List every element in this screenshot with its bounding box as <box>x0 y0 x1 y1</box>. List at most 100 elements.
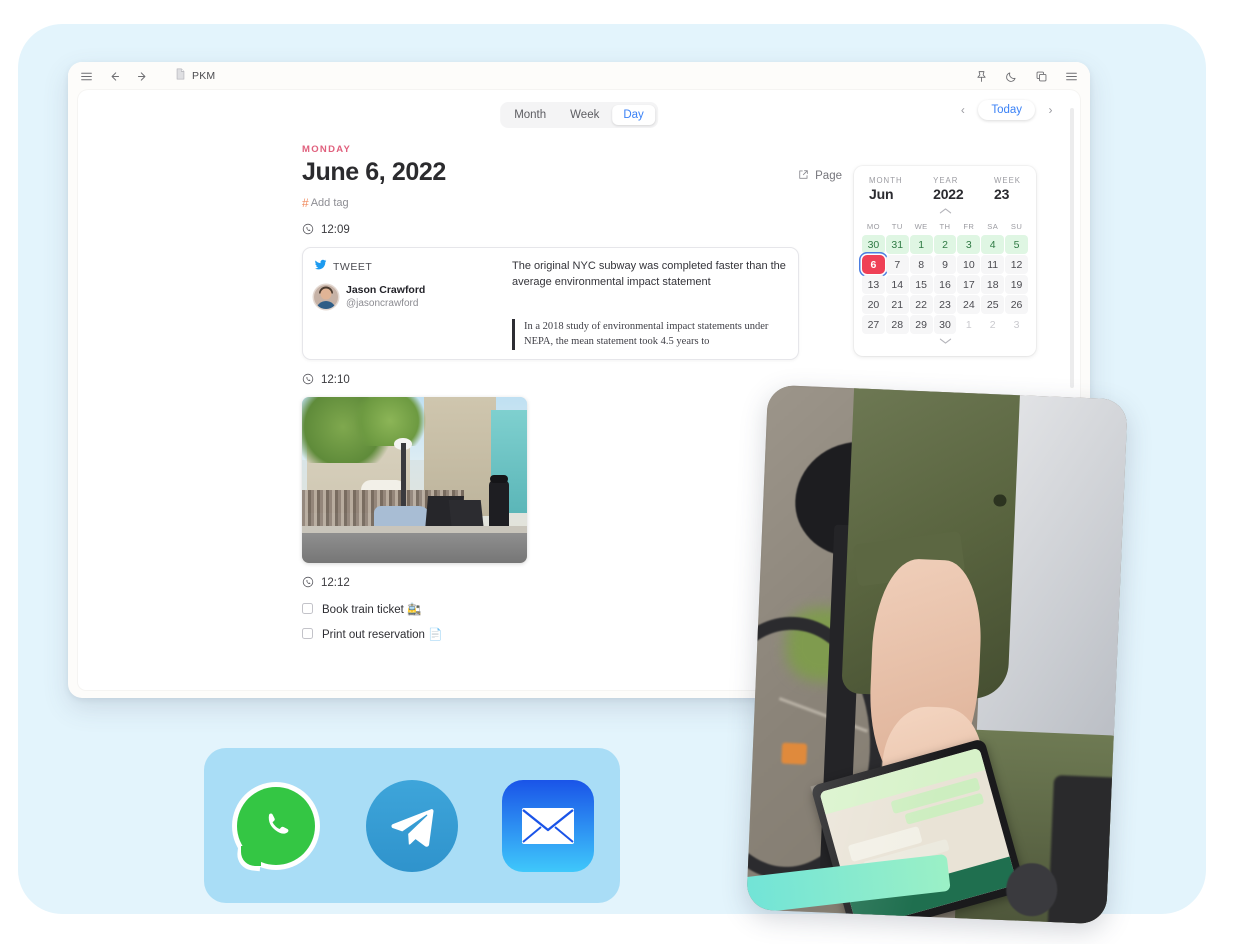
calendar-day[interactable]: 9 <box>933 255 957 274</box>
whatsapp-icon <box>302 576 314 591</box>
weekday-header: TH <box>939 222 951 231</box>
month-value: Jun <box>869 186 894 202</box>
calendar-day[interactable]: 7 <box>885 255 909 274</box>
month-label: MONTH <box>869 176 903 185</box>
tweet-author-name: Jason Crawford <box>346 283 426 296</box>
calendar-day[interactable]: 3 <box>1005 315 1028 334</box>
calendar-day[interactable]: 16 <box>933 275 957 294</box>
document-tab[interactable]: PKM <box>175 67 215 85</box>
calendar-day[interactable]: 10 <box>957 255 981 274</box>
weekday-header: SU <box>1010 222 1023 231</box>
tweet-author-handle: @jasoncrawford <box>346 297 419 309</box>
hero-photo-overlay <box>746 384 1128 925</box>
task-label: Print out reservation 📄 <box>322 628 443 641</box>
calendar-day[interactable]: 3 <box>957 235 981 254</box>
year-label: YEAR <box>933 176 959 185</box>
page-toolbar: Month Week Day ‹ Today › <box>78 90 1080 136</box>
week-value: 23 <box>994 186 1010 202</box>
hash-icon: # <box>302 195 309 210</box>
external-link-icon <box>798 169 809 183</box>
calendar-day[interactable]: 31 <box>885 235 909 254</box>
arrow-left-icon[interactable] <box>108 70 121 83</box>
calendar-day[interactable]: 18 <box>981 275 1005 294</box>
hamburger-icon[interactable] <box>80 70 93 83</box>
calendar-day[interactable]: 26 <box>1005 295 1028 314</box>
task-checkbox[interactable] <box>302 628 313 640</box>
calendar-day[interactable]: 19 <box>1005 275 1028 294</box>
entry-time-label: 12:09 <box>321 224 350 237</box>
avatar <box>314 284 338 309</box>
tweet-text: The original NYC subway was completed fa… <box>512 259 786 289</box>
calendar-day[interactable]: 20 <box>862 295 885 314</box>
weekday-header: WE <box>914 222 928 231</box>
task-checkbox[interactable] <box>302 603 313 615</box>
arrow-right-icon[interactable] <box>136 70 149 83</box>
chevron-up-icon[interactable] <box>862 202 1028 220</box>
tab-week[interactable]: Week <box>559 105 610 125</box>
calendar-day[interactable]: 30 <box>862 235 885 254</box>
open-page-link[interactable]: Page <box>798 169 842 183</box>
calendar-day-today[interactable]: 6 <box>862 255 885 274</box>
calendar-day[interactable]: 28 <box>885 315 909 334</box>
menu-icon[interactable] <box>1065 70 1078 83</box>
entry-timestamp: 12:10 <box>302 373 842 388</box>
page-title: June 6, 2022 <box>302 158 446 186</box>
calendar-day[interactable]: 14 <box>885 275 909 294</box>
weekday-label: MONDAY <box>302 144 352 155</box>
entry-photo[interactable] <box>302 396 527 563</box>
document-icon <box>175 67 186 85</box>
telegram-icon[interactable] <box>366 779 458 872</box>
whatsapp-icon <box>302 373 314 388</box>
calendar-day[interactable]: 17 <box>957 275 981 294</box>
calendar-day[interactable]: 27 <box>862 315 885 334</box>
calendar-day[interactable]: 2 <box>933 235 957 254</box>
calendar-month[interactable]: MONTH Jun <box>869 176 903 202</box>
calendar-year[interactable]: YEAR 2022 <box>933 176 964 202</box>
weekday-header: MO <box>866 222 880 231</box>
calendar-day[interactable]: 30 <box>933 315 957 334</box>
calendar-day[interactable]: 1 <box>909 235 933 254</box>
scrollbar[interactable] <box>1070 108 1074 388</box>
calendar-day[interactable]: 24 <box>957 295 981 314</box>
next-day-button[interactable]: › <box>1041 101 1060 120</box>
twitter-icon <box>314 258 327 276</box>
calendar-day[interactable]: 2 <box>981 315 1004 334</box>
year-value: 2022 <box>933 186 964 202</box>
whatsapp-icon <box>302 223 314 238</box>
mail-icon[interactable] <box>502 779 594 872</box>
calendar-day[interactable]: 11 <box>981 255 1005 274</box>
entry-time-label: 12:12 <box>321 577 350 590</box>
calendar-day[interactable]: 29 <box>909 315 933 334</box>
calendar-day[interactable]: 15 <box>909 275 933 294</box>
moon-icon[interactable] <box>1005 70 1018 83</box>
calendar-day[interactable]: 1 <box>957 315 980 334</box>
entry-timestamp: 12:09 <box>302 223 842 238</box>
add-tag-button[interactable]: # Add tag <box>302 196 842 210</box>
calendar-day[interactable]: 23 <box>933 295 957 314</box>
copy-icon[interactable] <box>1035 70 1048 83</box>
journal-column: MONDAY June 6, 2022 Page # Add tag 12:09… <box>102 136 842 690</box>
tweet-quote: In a 2018 study of environmental impact … <box>512 319 786 350</box>
page-link-label: Page <box>815 170 842 182</box>
calendar-day[interactable]: 5 <box>1005 235 1028 254</box>
calendar-week[interactable]: WEEK 23 <box>994 176 1021 202</box>
calendar-day[interactable]: 13 <box>862 275 885 294</box>
calendar-day[interactable]: 25 <box>981 295 1005 314</box>
weekday-header: SA <box>987 222 999 231</box>
tab-day[interactable]: Day <box>612 105 655 125</box>
whatsapp-icon[interactable] <box>230 780 322 872</box>
view-switcher: Month Week Day <box>500 102 658 128</box>
calendar-day[interactable]: 21 <box>885 295 909 314</box>
prev-day-button[interactable]: ‹ <box>953 101 972 120</box>
calendar-day[interactable]: 8 <box>909 255 933 274</box>
entry-time-label: 12:10 <box>321 374 350 387</box>
chevron-down-icon[interactable] <box>862 334 1028 349</box>
document-title: PKM <box>192 70 216 82</box>
pin-icon[interactable] <box>975 70 988 83</box>
calendar-day[interactable]: 12 <box>1005 255 1028 274</box>
tweet-card[interactable]: TWEET Jason Crawford @jasoncrawford The … <box>302 246 799 360</box>
calendar-day[interactable]: 4 <box>981 235 1005 254</box>
calendar-day[interactable]: 22 <box>909 295 933 314</box>
today-button[interactable]: Today <box>978 100 1035 120</box>
tab-month[interactable]: Month <box>503 105 557 125</box>
